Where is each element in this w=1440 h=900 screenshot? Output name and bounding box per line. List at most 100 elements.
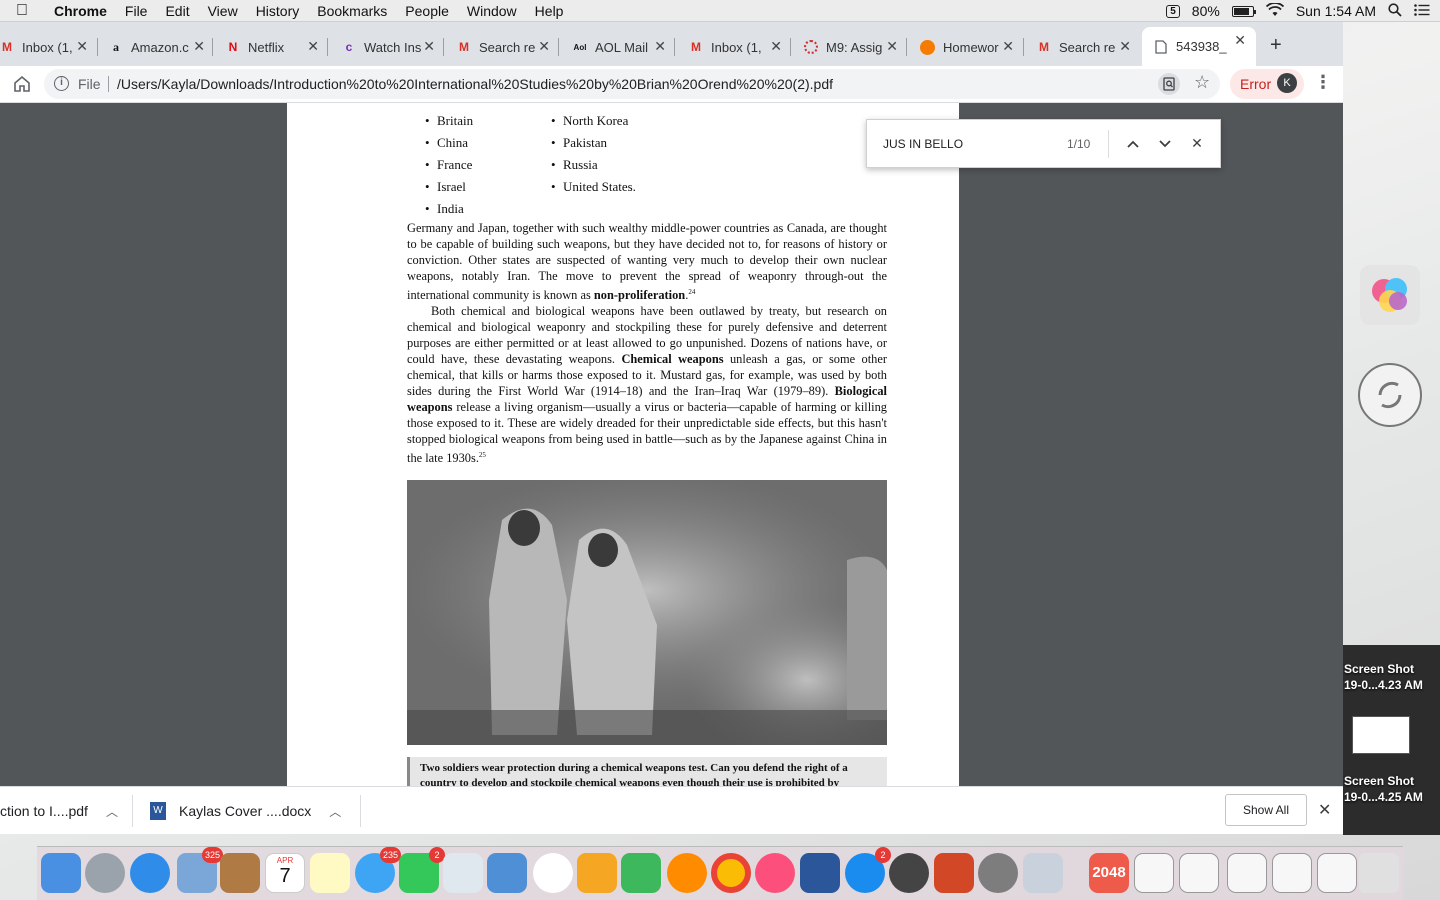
desktop-file-label[interactable]: Screen Shot xyxy=(1344,662,1414,677)
tab-inbox-1[interactable]: M Inbox (1, ✕ xyxy=(0,34,92,60)
home-icon[interactable] xyxy=(12,74,32,94)
profile-error-button[interactable]: Error K xyxy=(1230,69,1304,99)
minimized-window-thumbnail[interactable] xyxy=(1134,853,1174,893)
notes-icon[interactable] xyxy=(310,853,350,893)
keynote-icon[interactable] xyxy=(487,853,527,893)
spotlight-search-icon[interactable] xyxy=(1388,2,1402,20)
facetime-icon[interactable]: 2 xyxy=(399,847,445,893)
battery-percent[interactable]: 80% xyxy=(1192,3,1220,19)
menu-edit[interactable]: Edit xyxy=(156,3,198,19)
find-previous-icon[interactable] xyxy=(1123,133,1143,153)
clock[interactable]: Sun 1:54 AM xyxy=(1296,3,1376,19)
show-all-downloads-button[interactable]: Show All xyxy=(1225,794,1307,826)
finder-icon[interactable] xyxy=(41,853,81,893)
list-item: Russia xyxy=(551,154,636,176)
menu-help[interactable]: Help xyxy=(526,3,573,19)
mail-icon[interactable]: 325 xyxy=(177,847,223,893)
gmail-icon: M xyxy=(691,40,701,54)
tab-close-icon[interactable]: ✕ xyxy=(423,38,435,55)
bookmark-star-icon[interactable]: ☆ xyxy=(1194,72,1210,93)
battery-icon[interactable] xyxy=(1231,5,1256,17)
tab-netflix[interactable]: N Netflix ✕ xyxy=(226,34,319,60)
tab-close-icon[interactable]: ✕ xyxy=(307,38,319,55)
close-shelf-icon[interactable]: ✕ xyxy=(1318,800,1331,820)
shelf-divider xyxy=(132,795,133,827)
minimized-window-thumbnail[interactable] xyxy=(1179,853,1219,893)
desktop-file-label[interactable]: 19-0...4.23 AM xyxy=(1344,678,1423,693)
safari-icon[interactable] xyxy=(130,853,170,893)
address-bar[interactable]: i File /Users/Kayla/Downloads/Introducti… xyxy=(44,69,1220,99)
minimized-doc-thumbnail[interactable] xyxy=(1317,853,1357,893)
url-text[interactable]: /Users/Kayla/Downloads/Introduction%20to… xyxy=(117,76,833,92)
find-close-icon[interactable]: ✕ xyxy=(1187,133,1207,153)
menu-app-name[interactable]: Chrome xyxy=(44,3,116,19)
tab-amazon[interactable]: a Amazon.c ✕ xyxy=(109,34,205,60)
find-input[interactable]: JUS IN BELLO xyxy=(883,137,963,151)
itunes-icon[interactable] xyxy=(755,853,795,893)
wifi-icon[interactable] xyxy=(1265,1,1284,20)
tab-aol-mail[interactable]: Aol AOL Mail ✕ xyxy=(573,34,666,60)
notification-center-icon[interactable] xyxy=(1414,3,1430,19)
trash-icon[interactable] xyxy=(1359,853,1399,893)
word-icon[interactable] xyxy=(800,853,840,893)
tab-close-icon[interactable]: ✕ xyxy=(538,38,550,55)
menu-file[interactable]: File xyxy=(116,3,157,19)
apple-icon[interactable]:  xyxy=(0,2,44,20)
tab-close-icon[interactable]: ✕ xyxy=(76,38,88,55)
menu-history[interactable]: History xyxy=(247,3,309,19)
tab-close-icon[interactable]: ✕ xyxy=(770,38,782,55)
photo-app-icon[interactable] xyxy=(889,853,929,893)
tab-close-icon[interactable]: ✕ xyxy=(654,38,666,55)
find-in-page-icon[interactable] xyxy=(1158,73,1180,95)
ibooks-icon[interactable] xyxy=(667,853,707,893)
screenshot-thumbnail-icon[interactable] xyxy=(1352,716,1410,754)
desktop-file-label[interactable]: Screen Shot xyxy=(1344,774,1414,789)
pages-icon[interactable] xyxy=(577,853,617,893)
numbers-icon[interactable] xyxy=(621,853,661,893)
tab-close-icon[interactable]: ✕ xyxy=(1119,38,1131,55)
menu-people[interactable]: People xyxy=(396,3,458,19)
tab-search-1[interactable]: M Search re ✕ xyxy=(457,34,550,60)
tab-close-icon[interactable]: ✕ xyxy=(193,38,205,55)
tab-m9-assignment[interactable]: M9: Assig ✕ xyxy=(804,34,898,60)
messages-icon[interactable]: 235 xyxy=(355,847,401,893)
tab-homework[interactable]: Homewor ✕ xyxy=(920,34,1014,60)
chrome-menu-icon[interactable]: ⋮ xyxy=(1314,72,1332,93)
tab-close-icon[interactable]: ✕ xyxy=(886,38,898,55)
photos-icon[interactable] xyxy=(533,853,573,893)
tab-pdf-active[interactable]: 543938_ ✕ xyxy=(1142,27,1256,66)
app-store-icon[interactable]: 2 xyxy=(845,847,891,893)
download-item-docx[interactable]: W Kaylas Cover ....docx ︿ xyxy=(150,797,341,825)
minimized-doc-thumbnail[interactable] xyxy=(1227,853,1267,893)
game-center-icon[interactable] xyxy=(1360,265,1420,325)
system-preferences-icon[interactable] xyxy=(978,853,1018,893)
tab-search-2[interactable]: M Search re ✕ xyxy=(1037,34,1131,60)
pdf-viewer[interactable]: Britain China France Israel India North … xyxy=(0,103,1343,786)
menu-window[interactable]: Window xyxy=(458,3,526,19)
sync-icon[interactable] xyxy=(1358,363,1422,427)
preview-icon[interactable] xyxy=(1023,853,1063,893)
chrome-icon[interactable] xyxy=(711,853,751,893)
chevron-up-icon[interactable]: ︿ xyxy=(106,803,118,820)
desktop-file-label[interactable]: 19-0...4.25 AM xyxy=(1344,790,1423,805)
new-tab-button[interactable]: + xyxy=(1270,34,1282,57)
menu-view[interactable]: View xyxy=(199,3,247,19)
tab-close-icon[interactable]: ✕ xyxy=(1002,38,1014,55)
powerpoint-icon[interactable] xyxy=(934,853,974,893)
chevron-up-icon[interactable]: ︿ xyxy=(329,803,341,820)
info-icon[interactable]: i xyxy=(54,76,69,91)
contacts-icon[interactable] xyxy=(220,853,260,893)
tab-close-icon[interactable]: ✕ xyxy=(1234,32,1246,49)
tab-inbox-2[interactable]: M Inbox (1, ✕ xyxy=(689,34,782,60)
status-5-icon[interactable]: 5 xyxy=(1166,4,1180,18)
game-2048-icon[interactable]: 2048 xyxy=(1089,853,1129,893)
photo-booth-icon[interactable] xyxy=(443,853,483,893)
tab-divider xyxy=(327,38,328,56)
launchpad-icon[interactable] xyxy=(85,853,125,893)
tab-watch[interactable]: c Watch Ins ✕ xyxy=(342,34,435,60)
minimized-doc-thumbnail[interactable] xyxy=(1272,853,1312,893)
download-item-pdf[interactable]: ction to I....pdf ︿ xyxy=(0,797,118,825)
find-next-icon[interactable] xyxy=(1155,133,1175,153)
menu-bookmarks[interactable]: Bookmarks xyxy=(308,3,396,19)
calendar-icon[interactable]: APR 7 xyxy=(265,853,305,893)
